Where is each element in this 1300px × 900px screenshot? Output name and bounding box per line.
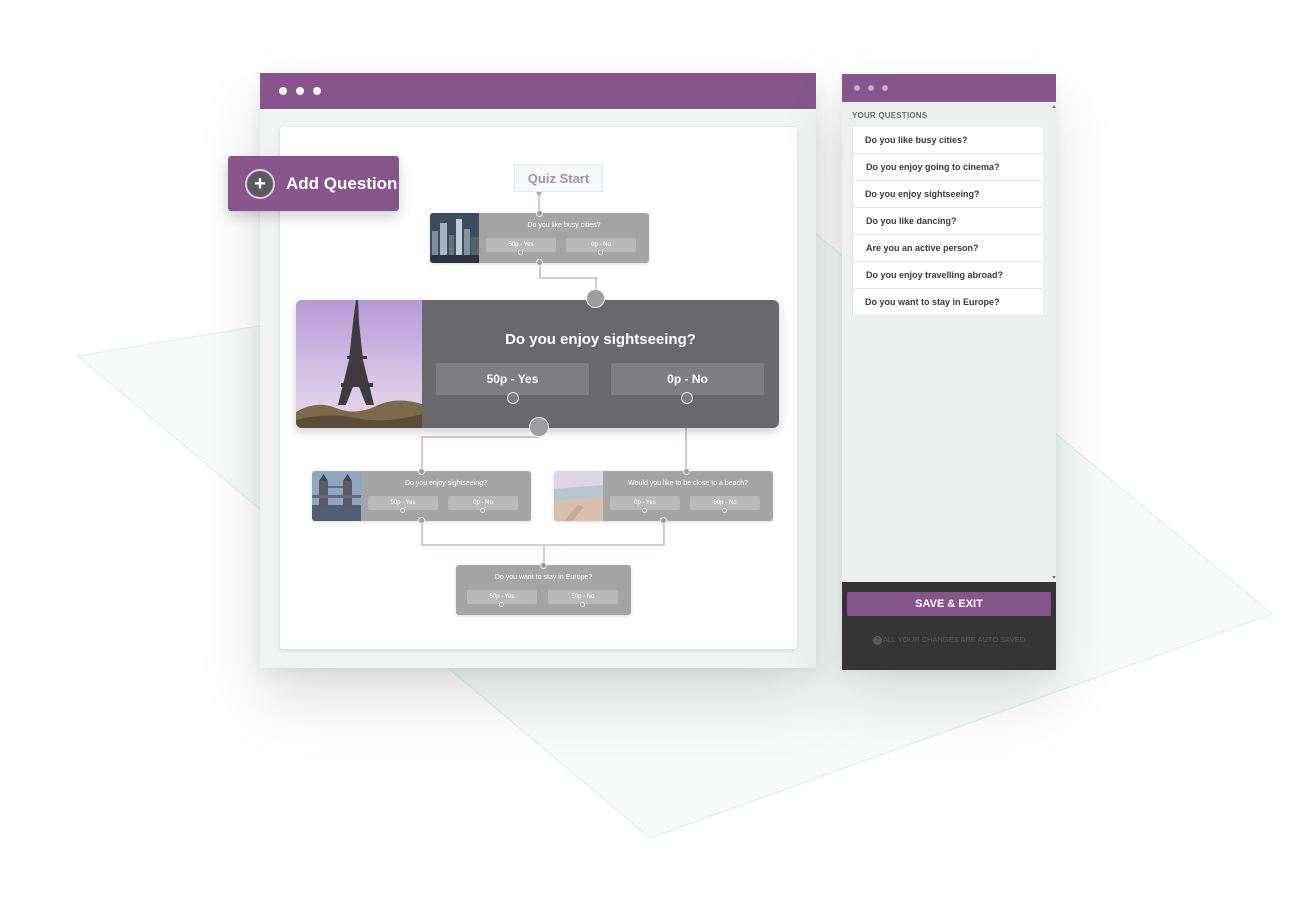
question-list-item[interactable]: Are you an active person? — [852, 235, 1043, 262]
output-connector-handle[interactable] — [529, 417, 549, 437]
question-title: Do you enjoy sightseeing? — [404, 480, 488, 487]
question-card-active[interactable]: Do you enjoy sightseeing? 50p - Yes 0p -… — [296, 289, 779, 437]
question-list-item[interactable]: Do you enjoy sightseeing? — [852, 181, 1043, 208]
question-title: Do you like busy cities? — [527, 222, 601, 229]
help-icon: ? — [872, 635, 882, 645]
autosave-text: ALL YOUR CHANGES ARE AUTO SAVED — [882, 635, 1026, 644]
question-card[interactable]: Do you want to stay in Europe? 50p - Yes… — [456, 562, 631, 615]
input-connector-handle[interactable] — [683, 468, 690, 475]
input-connector-handle[interactable] — [536, 210, 543, 217]
answer-connector-handle[interactable] — [642, 508, 647, 513]
add-question-label: Add Question — [286, 173, 398, 193]
question-list-item[interactable]: Do you enjoy going to cinema? — [852, 154, 1043, 181]
question-title: Do you enjoy sightseeing? — [505, 331, 696, 348]
scroll-up-arrow-icon[interactable] — [1052, 105, 1056, 108]
answer-connector-handle[interactable] — [598, 250, 603, 255]
window-dot — [313, 87, 321, 95]
question-card[interactable]: Do you enjoy sightseeing? 50p - Yes 0p -… — [312, 468, 531, 524]
question-body: Would you like to be close to a beach? 0… — [603, 471, 773, 521]
window-dot — [882, 85, 888, 91]
questions-list: Do you like busy cities? Do you enjoy go… — [852, 127, 1043, 316]
answer-connector-handle[interactable] — [518, 250, 523, 255]
answer-no[interactable]: 0p - No — [611, 363, 764, 395]
question-body: Do you like busy cities? 50p - Yes 0p - … — [479, 213, 649, 263]
scroll-down-arrow-icon[interactable] — [1052, 576, 1056, 579]
autosave-notice: ? ALL YOUR CHANGES ARE AUTO SAVED — [842, 635, 1056, 645]
answer-yes[interactable]: 50p - Yes — [436, 363, 589, 395]
answer-connector-handle[interactable] — [480, 508, 485, 513]
window-titlebar — [260, 73, 816, 109]
output-connector-handle[interactable] — [418, 517, 425, 524]
answer-connector-handle[interactable] — [507, 392, 519, 404]
output-connector-handle[interactable] — [660, 517, 667, 524]
question-list-item[interactable]: Do you want to stay in Europe? — [852, 289, 1043, 316]
answer-connector-handle[interactable] — [400, 508, 405, 513]
panel-footer: SAVE & EXIT ? ALL YOUR CHANGES ARE AUTO S… — [842, 582, 1056, 670]
add-question-button[interactable]: + Add Question — [228, 156, 399, 211]
question-list-item[interactable]: Do you like busy cities? — [852, 127, 1043, 154]
answer-connector-handle[interactable] — [580, 602, 585, 607]
input-connector-handle[interactable] — [418, 468, 425, 475]
quiz-start-node[interactable]: Quiz Start — [514, 164, 603, 192]
question-image — [430, 213, 479, 263]
answer-connector-handle[interactable] — [681, 392, 693, 404]
question-image — [554, 471, 603, 521]
question-body: Do you enjoy sightseeing? 50p - Yes 0p -… — [422, 300, 779, 428]
panel-titlebar — [842, 74, 1056, 102]
question-image — [296, 300, 422, 428]
question-body: Do you want to stay in Europe? 50p - Yes… — [456, 565, 631, 615]
input-connector-handle[interactable] — [586, 289, 605, 308]
question-title: Would you like to be close to a beach? — [628, 480, 748, 487]
question-card[interactable]: Would you like to be close to a beach? 0… — [554, 468, 773, 524]
window-dot — [854, 85, 860, 91]
window-dot — [868, 85, 874, 91]
question-title: Do you want to stay in Europe? — [494, 574, 593, 581]
input-connector-handle[interactable] — [540, 562, 547, 569]
question-image — [312, 471, 361, 521]
question-body: Do you enjoy sightseeing? 50p - Yes 0p -… — [361, 471, 531, 521]
window-dot — [296, 87, 304, 95]
question-list-item[interactable]: Do you like dancing? — [852, 208, 1043, 235]
answer-connector-handle[interactable] — [722, 508, 727, 513]
questions-panel: YOUR QUESTIONS Do you like busy cities? … — [842, 74, 1056, 670]
questions-heading: YOUR QUESTIONS — [852, 111, 928, 120]
plus-icon: + — [245, 168, 275, 199]
question-card[interactable]: Do you like busy cities? 50p - Yes 0p - … — [430, 210, 649, 266]
save-exit-button[interactable]: SAVE & EXIT — [847, 592, 1051, 616]
answer-connector-handle[interactable] — [499, 602, 504, 607]
output-connector-handle[interactable] — [536, 259, 543, 266]
question-list-item[interactable]: Do you enjoy travelling abroad? — [852, 262, 1043, 289]
window-dot — [279, 87, 287, 95]
